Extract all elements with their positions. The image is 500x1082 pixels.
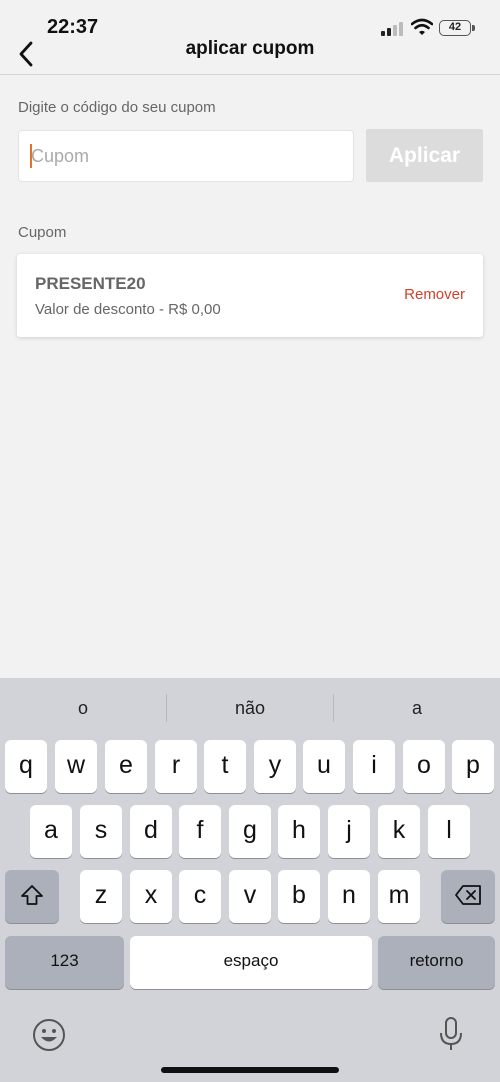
key-o[interactable]: o [403,740,445,793]
space-key[interactable]: espaço [130,936,372,989]
key-e[interactable]: e [105,740,147,793]
suggestion-item[interactable]: não [167,678,333,740]
key-t[interactable]: t [204,740,246,793]
key-p[interactable]: p [452,740,494,793]
key-f[interactable]: f [179,805,221,858]
key-q[interactable]: q [5,740,47,793]
key-r[interactable]: r [155,740,197,793]
wifi-icon [411,18,433,35]
remove-coupon-button[interactable]: Remover [404,286,465,303]
battery-level: 42 [448,21,462,33]
microphone-icon[interactable] [438,1016,464,1052]
key-u[interactable]: u [303,740,345,793]
apply-coupon-screen: 22:37 42 aplicar cupom Digite o código d… [0,0,500,1082]
keyboard-suggestions: o não a [0,678,500,740]
key-c[interactable]: c [179,870,221,923]
key-l[interactable]: l [428,805,470,858]
key-x[interactable]: x [130,870,172,923]
text-caret [30,144,32,168]
cellular-signal-icon [381,20,405,36]
coupon-code-label: Digite o código do seu cupom [18,99,216,116]
key-b[interactable]: b [278,870,320,923]
key-z[interactable]: z [80,870,122,923]
backspace-icon [455,885,481,905]
key-s[interactable]: s [80,805,122,858]
coupon-input[interactable] [18,130,354,182]
key-a[interactable]: a [30,805,72,858]
suggestion-item[interactable]: o [0,678,166,740]
status-time: 22:37 [47,16,99,38]
key-y[interactable]: y [254,740,296,793]
key-g[interactable]: g [229,805,271,858]
numbers-key[interactable]: 123 [5,936,124,989]
return-key[interactable]: retorno [378,936,495,989]
coupon-code: PRESENTE20 [35,274,146,293]
page-title: aplicar cupom [185,38,315,59]
key-n[interactable]: n [328,870,370,923]
keyboard: o não a q w e r t y u i o p a s d f g h … [0,678,500,1082]
key-k[interactable]: k [378,805,420,858]
key-m[interactable]: m [378,870,420,923]
key-j[interactable]: j [328,805,370,858]
apply-button[interactable]: Aplicar [366,129,483,182]
battery-icon: 42 [439,20,475,36]
shift-icon [21,885,43,905]
key-h[interactable]: h [278,805,320,858]
key-d[interactable]: d [130,805,172,858]
navigation-bar: aplicar cupom [0,38,500,75]
suggestion-item[interactable]: a [334,678,500,740]
delete-key[interactable] [441,870,495,923]
key-v[interactable]: v [229,870,271,923]
emoji-icon[interactable] [32,1018,66,1052]
home-indicator [161,1067,339,1073]
applied-coupon-card: PRESENTE20 Valor de desconto - R$ 0,00 R… [17,254,483,337]
coupon-section-label: Cupom [18,224,67,241]
key-i[interactable]: i [353,740,395,793]
shift-key[interactable] [5,870,59,923]
key-w[interactable]: w [55,740,97,793]
coupon-discount-value: Valor de desconto - R$ 0,00 [35,301,221,318]
